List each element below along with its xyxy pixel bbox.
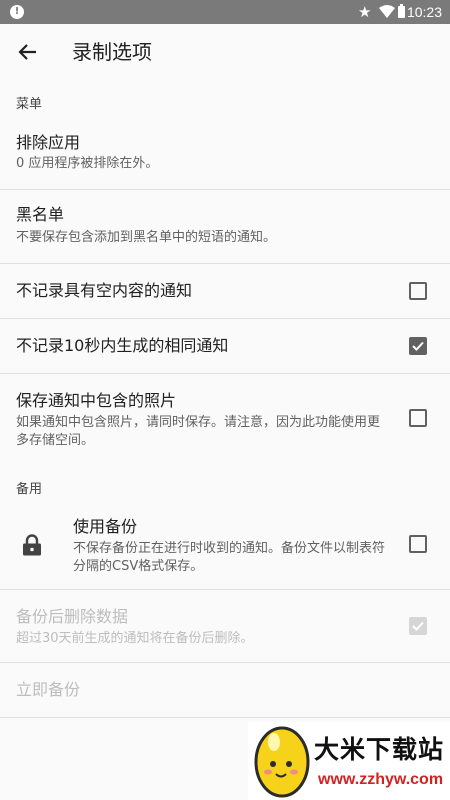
pref-skip-duplicate[interactable]: 不记录10秒内生成的相同通知	[0, 319, 450, 373]
watermark: 大米下载站 www.zzhyw.com	[248, 722, 450, 800]
pref-summary: 如果通知中包含照片，请同时保存。请注意，因为此功能使用更多存储空间。	[16, 415, 381, 448]
arrow-left-icon	[18, 44, 36, 60]
egg-logo-icon	[254, 726, 310, 798]
use-backup-checkbox[interactable]	[409, 535, 427, 553]
divider	[0, 717, 450, 718]
pref-save-photos[interactable]: 保存通知中包含的照片 如果通知中包含照片，请同时保存。请注意，因为此功能使用更多…	[0, 374, 450, 466]
check-icon	[412, 621, 424, 631]
page-title: 录制选项	[72, 40, 152, 64]
pref-title: 排除应用	[16, 133, 81, 152]
skip-empty-checkbox[interactable]	[409, 282, 427, 300]
pref-backup-now[interactable]: 立即备份	[0, 663, 450, 717]
check-icon	[412, 341, 424, 351]
wifi-icon	[379, 5, 395, 18]
lock-icon	[23, 534, 41, 556]
pref-title: 不记录具有空内容的通知	[16, 281, 193, 300]
watermark-name: 大米下载站	[314, 735, 445, 764]
pref-summary: 不保存备份正在进行时收到的通知。备份文件以制表符分隔的CSV格式保存。	[73, 541, 386, 574]
pref-use-backup[interactable]: 使用备份 不保存备份正在进行时收到的通知。备份文件以制表符分隔的CSV格式保存。	[0, 506, 450, 589]
status-bar: ! ★ 10:23	[0, 0, 450, 24]
star-icon: ★	[358, 3, 372, 21]
pref-title: 使用备份	[73, 517, 138, 536]
pref-title: 备份后删除数据	[16, 607, 129, 626]
pref-title: 黑名单	[16, 205, 65, 224]
pref-delete-after-backup[interactable]: 备份后删除数据 超过30天前生成的通知将在备份后删除。	[0, 590, 450, 662]
status-time: 10:23	[406, 4, 442, 20]
pref-summary: 不要保存包含添加到黑名单中的短语的通知。	[16, 230, 277, 245]
app-toolbar: 录制选项	[0, 24, 450, 80]
delete-after-backup-checkbox[interactable]	[409, 617, 427, 635]
pref-summary: 0 应用程序被排除在外。	[16, 156, 159, 171]
save-photos-checkbox[interactable]	[409, 409, 427, 427]
pref-title: 保存通知中包含的照片	[16, 391, 177, 410]
pref-blacklist[interactable]: 黑名单 不要保存包含添加到黑名单中的短语的通知。	[0, 190, 450, 263]
alert-icon: !	[10, 5, 24, 19]
pref-summary: 超过30天前生成的通知将在备份后删除。	[16, 631, 254, 646]
skip-duplicate-checkbox[interactable]	[409, 337, 427, 355]
pref-exclude-apps[interactable]: 排除应用 0 应用程序被排除在外。	[0, 124, 450, 189]
back-button[interactable]	[12, 32, 44, 72]
section-header-menu: 菜单	[16, 97, 43, 112]
battery-icon	[398, 4, 405, 18]
pref-title: 立即备份	[16, 680, 81, 699]
pref-skip-empty[interactable]: 不记录具有空内容的通知	[0, 264, 450, 318]
pref-title: 不记录10秒内生成的相同通知	[16, 336, 229, 355]
watermark-url: www.zzhyw.com	[318, 771, 444, 788]
section-header-backup: 备用	[16, 482, 43, 497]
